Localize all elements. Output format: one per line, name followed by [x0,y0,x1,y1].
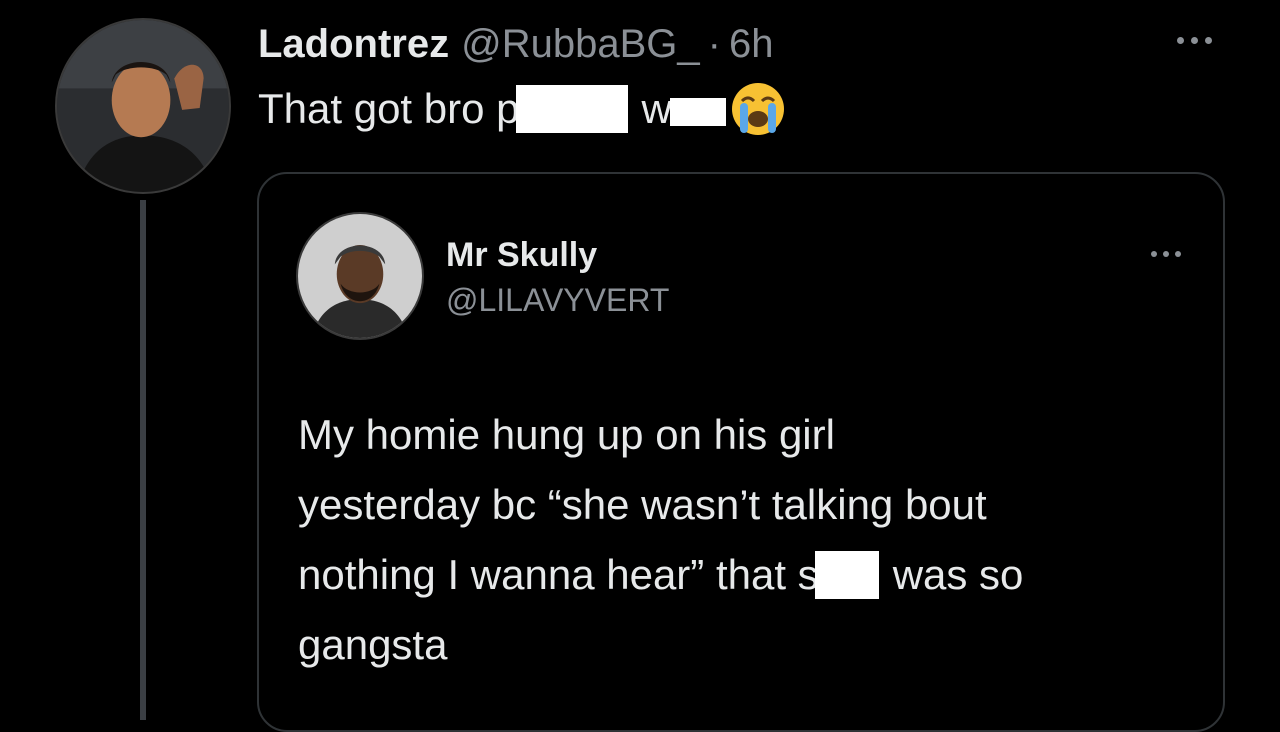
quoted-author-display-name[interactable]: Mr Skully [446,234,597,276]
tweet-text-part2: w [641,85,672,132]
tweet-timestamp[interactable]: 6h [729,22,774,66]
loudly-crying-face-emoji-icon [731,83,784,135]
quoted-author-avatar-image [298,214,422,338]
author-avatar-image [57,20,229,192]
tweet[interactable]: Ladontrez @RubbaBG_ · 6h That got bro p … [0,0,1280,732]
redaction-box [814,551,879,599]
thread-connector-line [140,200,146,720]
quoted-author-handle[interactable]: @LILAVYVERT [446,280,669,320]
tweet-text-part1: That got bro p [258,85,520,132]
quoted-text-line: nothing I wanna hear” that s was so [298,540,1208,610]
quoted-text-line: My homie hung up on his girl [298,411,835,458]
tweet-header: Ladontrez @RubbaBG_ · 6h [258,22,773,66]
author-display-name[interactable]: Ladontrez [258,22,449,66]
quoted-text-segment: nothing I wanna hear” that s [298,551,819,598]
quoted-author-avatar[interactable] [296,212,424,340]
quoted-tweet-text: My homie hung up on his girl yesterday b… [298,400,1208,680]
more-horizontal-icon[interactable] [1168,28,1220,52]
more-horizontal-icon[interactable] [1144,244,1188,264]
separator-dot: · [707,22,721,66]
author-avatar[interactable] [55,18,231,194]
redaction-box [669,98,726,126]
redaction-box [515,85,628,133]
author-handle[interactable]: @RubbaBG_ [461,22,700,66]
quoted-text-line: gangsta [298,621,448,668]
tweet-text: That got bro p w [258,83,786,135]
quoted-text-segment: was so [892,551,1024,598]
quoted-text-line: yesterday bc “she wasn’t talking bout [298,481,987,528]
